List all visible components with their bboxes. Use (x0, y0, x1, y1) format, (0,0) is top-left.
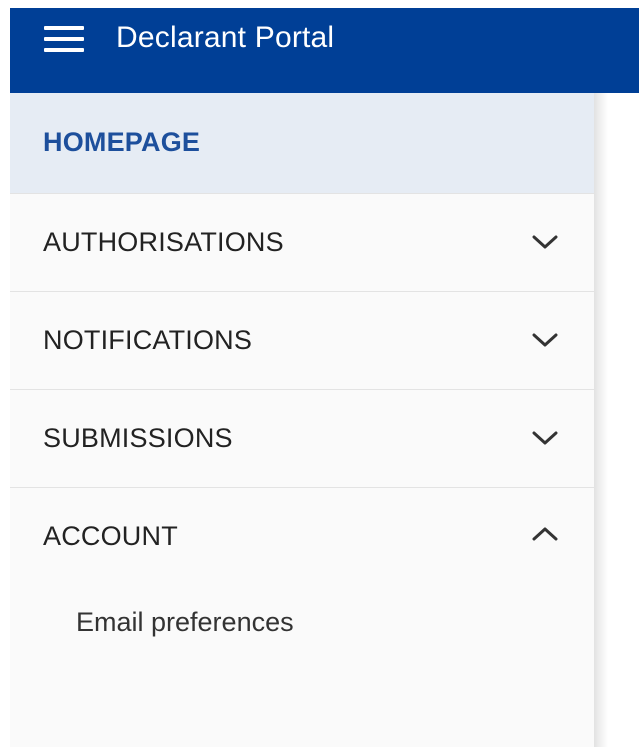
sidebar-item-label: NOTIFICATIONS (43, 325, 253, 355)
sidebar-item-notifications[interactable]: NOTIFICATIONS (10, 291, 594, 389)
sidebar-item-authorisations[interactable]: AUTHORISATIONS (10, 193, 594, 291)
sidebar-nav: HOMEPAGE AUTHORISATIONS NOTIFICATIONS SU… (10, 93, 594, 747)
top-strip (0, 0, 639, 8)
chevron-down-icon[interactable] (532, 234, 558, 250)
sidebar-subitem-email-preferences[interactable]: Email preferences (76, 607, 294, 638)
app-title: Declarant Portal (116, 21, 335, 54)
sidebar-item-label: SUBMISSIONS (43, 423, 233, 453)
sidebar-item-label: AUTHORISATIONS (43, 227, 284, 257)
left-border (0, 0, 10, 747)
app-window: Declarant Portal HOMEPAGE AUTHORISATIONS… (0, 0, 639, 747)
hamburger-menu-icon[interactable] (44, 24, 84, 54)
chevron-up-icon[interactable] (532, 526, 558, 542)
app-header: Declarant Portal (10, 8, 639, 93)
sidebar-item-submissions[interactable]: SUBMISSIONS (10, 389, 594, 487)
content-shadow (594, 93, 608, 747)
chevron-down-icon[interactable] (532, 430, 558, 446)
sidebar-item-label: ACCOUNT (43, 521, 178, 551)
sidebar-item-label: HOMEPAGE (43, 127, 201, 157)
sidebar-item-homepage[interactable]: HOMEPAGE (10, 93, 594, 193)
chevron-down-icon[interactable] (532, 332, 558, 348)
